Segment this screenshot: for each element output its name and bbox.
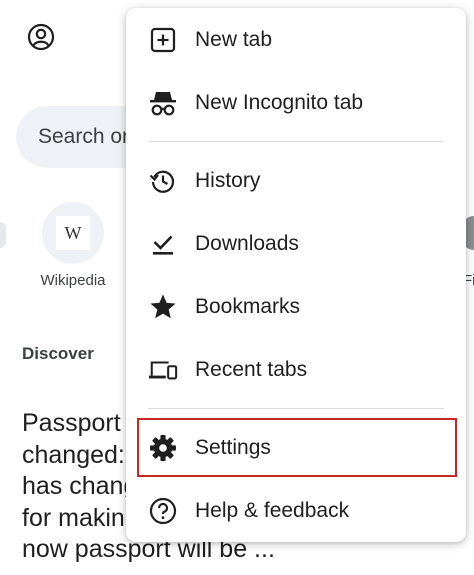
menu-divider [148, 408, 444, 409]
wikipedia-icon: W [42, 202, 104, 264]
help-icon [148, 496, 178, 526]
menu-divider [148, 141, 444, 142]
menu-item-settings[interactable]: Settings [126, 418, 466, 478]
menu-item-new-incognito-tab[interactable]: New Incognito tab [126, 73, 466, 133]
history-icon [148, 166, 178, 196]
search-placeholder: Search or [38, 125, 130, 148]
new-tab-icon [148, 25, 178, 55]
menu-item-label: Bookmarks [195, 295, 301, 318]
gear-icon [148, 433, 178, 463]
menu-item-help-feedback[interactable]: Help & feedback [126, 481, 466, 541]
incognito-icon [148, 88, 178, 118]
devices-icon [148, 355, 178, 385]
menu-item-new-tab[interactable]: New tab [126, 10, 466, 70]
menu-item-label: New tab [195, 28, 273, 51]
shortcut-label: Wikipedia [40, 272, 106, 289]
menu-item-history[interactable]: History [126, 151, 466, 211]
downloads-icon [148, 229, 178, 259]
menu-item-label: Downloads [195, 232, 299, 255]
menu-item-label: New Incognito tab [195, 91, 364, 114]
menu-item-bookmarks[interactable]: Bookmarks [126, 277, 466, 337]
menu-item-label: History [195, 169, 261, 192]
menu-item-downloads[interactable]: Downloads [126, 214, 466, 274]
overflow-menu: New tab New Incognito tab History Downlo… [126, 8, 466, 542]
menu-item-label: Recent tabs [195, 358, 308, 381]
menu-item-recent-tabs[interactable]: Recent tabs [126, 340, 466, 400]
account-icon[interactable] [26, 22, 56, 52]
star-icon [148, 292, 178, 322]
shortcut-tile-partial-left[interactable] [0, 222, 6, 248]
menu-item-label: Settings [195, 436, 271, 459]
menu-item-label: Help & feedback [195, 499, 350, 522]
discover-heading: Discover [22, 344, 94, 363]
shortcut-tile-wikipedia[interactable]: W Wikipedia [36, 202, 110, 289]
